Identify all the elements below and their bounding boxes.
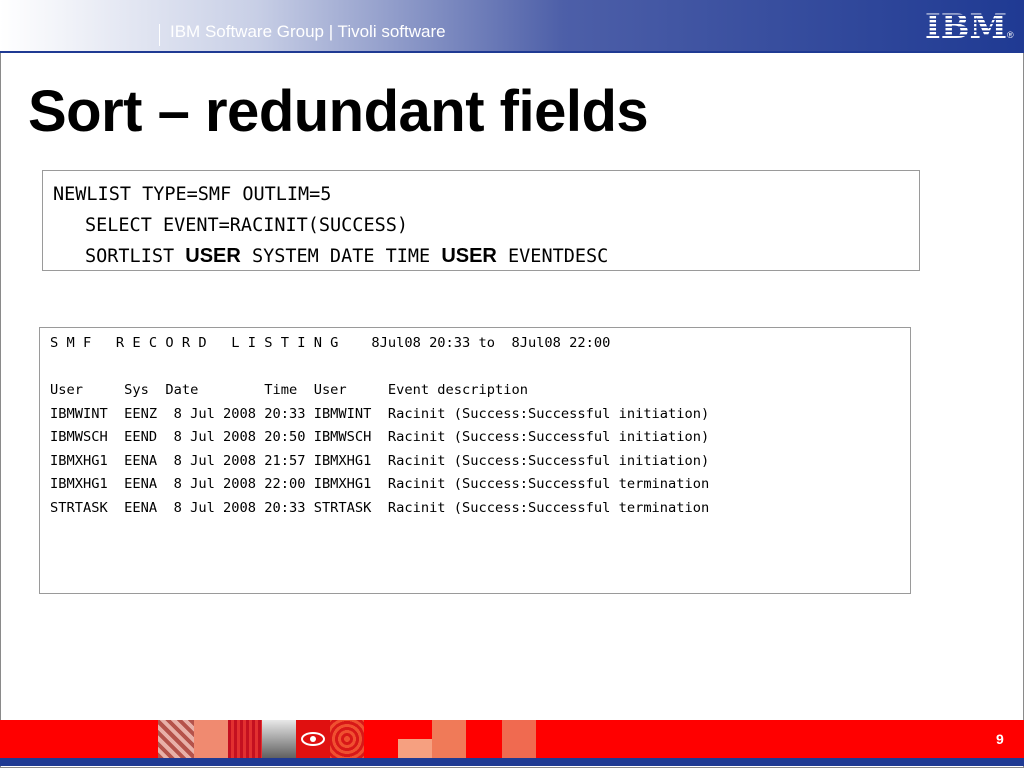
ibm-logo-text: IBM: [926, 8, 1006, 42]
footer-image-tile: [228, 720, 262, 758]
code-line-select: SELECT EVENT=RACINIT(SUCCESS): [85, 215, 409, 236]
listing-row: IBMWSCH EEND 8 Jul 2008 20:50 IBMWSCH Ra…: [50, 429, 710, 445]
header-separator: [159, 24, 160, 46]
ibm-logo-icon: IBM: [926, 8, 1006, 42]
footer-rule: [0, 758, 1024, 766]
page-number: 9: [996, 731, 1004, 747]
code-line-sortlist: SORTLIST USER SYSTEM DATE TIME USER EVEN…: [53, 241, 909, 272]
listing-blank-line: [50, 356, 910, 380]
footer-image-tile: [330, 720, 364, 758]
footer-image-tile: [194, 720, 228, 758]
listing-row: IBMWINT EENZ 8 Jul 2008 20:33 IBMWINT Ra…: [50, 405, 710, 422]
listing-banner: S M F R E C O R D L I S T I N G 8Jul08 2…: [50, 335, 611, 351]
header-text: IBM Software Group | Tivoli software: [170, 22, 446, 41]
footer-image-tile: [158, 720, 194, 758]
header-bar: [0, 0, 1024, 51]
listing-column-headers: User Sys Date Time User Event descriptio…: [50, 382, 528, 398]
footer-eye-tile: [296, 720, 330, 758]
footer-image-tile: [502, 720, 536, 758]
listing-row: IBMXHG1 EENA 8 Jul 2008 22:00 IBMXHG1 Ra…: [50, 476, 710, 492]
registered-mark: ®: [1007, 30, 1014, 40]
listing-row: STRTASK EENA 8 Jul 2008 20:33 STRTASK Ra…: [50, 499, 710, 516]
eye-icon: [301, 732, 325, 746]
header-rule: [0, 51, 1024, 53]
code-line-newlist: NEWLIST TYPE=SMF OUTLIM=5: [53, 184, 332, 205]
code-user-field-bold-1: USER: [185, 245, 241, 267]
code-sortlist-tail: EVENTDESC: [496, 246, 609, 267]
slide-title: Sort – redundant fields: [28, 79, 649, 144]
listing-row: IBMXHG1 EENA 8 Jul 2008 21:57 IBMXHG1 Ra…: [50, 452, 710, 469]
code-sortlist-keyword: SORTLIST: [85, 246, 186, 267]
footer-image-tile: [398, 720, 432, 758]
code-user-field-bold-2: USER: [441, 245, 497, 267]
smf-listing-box: S M F R E C O R D L I S T I N G 8Jul08 2…: [39, 327, 911, 594]
footer-image-tile: [262, 720, 296, 758]
footer-bar: [0, 720, 1024, 758]
footer-image-tile: [432, 720, 466, 758]
command-code-box: NEWLIST TYPE=SMF OUTLIM=5 SELECT EVENT=R…: [42, 170, 920, 271]
code-sortlist-middle: SYSTEM DATE TIME: [240, 246, 442, 267]
